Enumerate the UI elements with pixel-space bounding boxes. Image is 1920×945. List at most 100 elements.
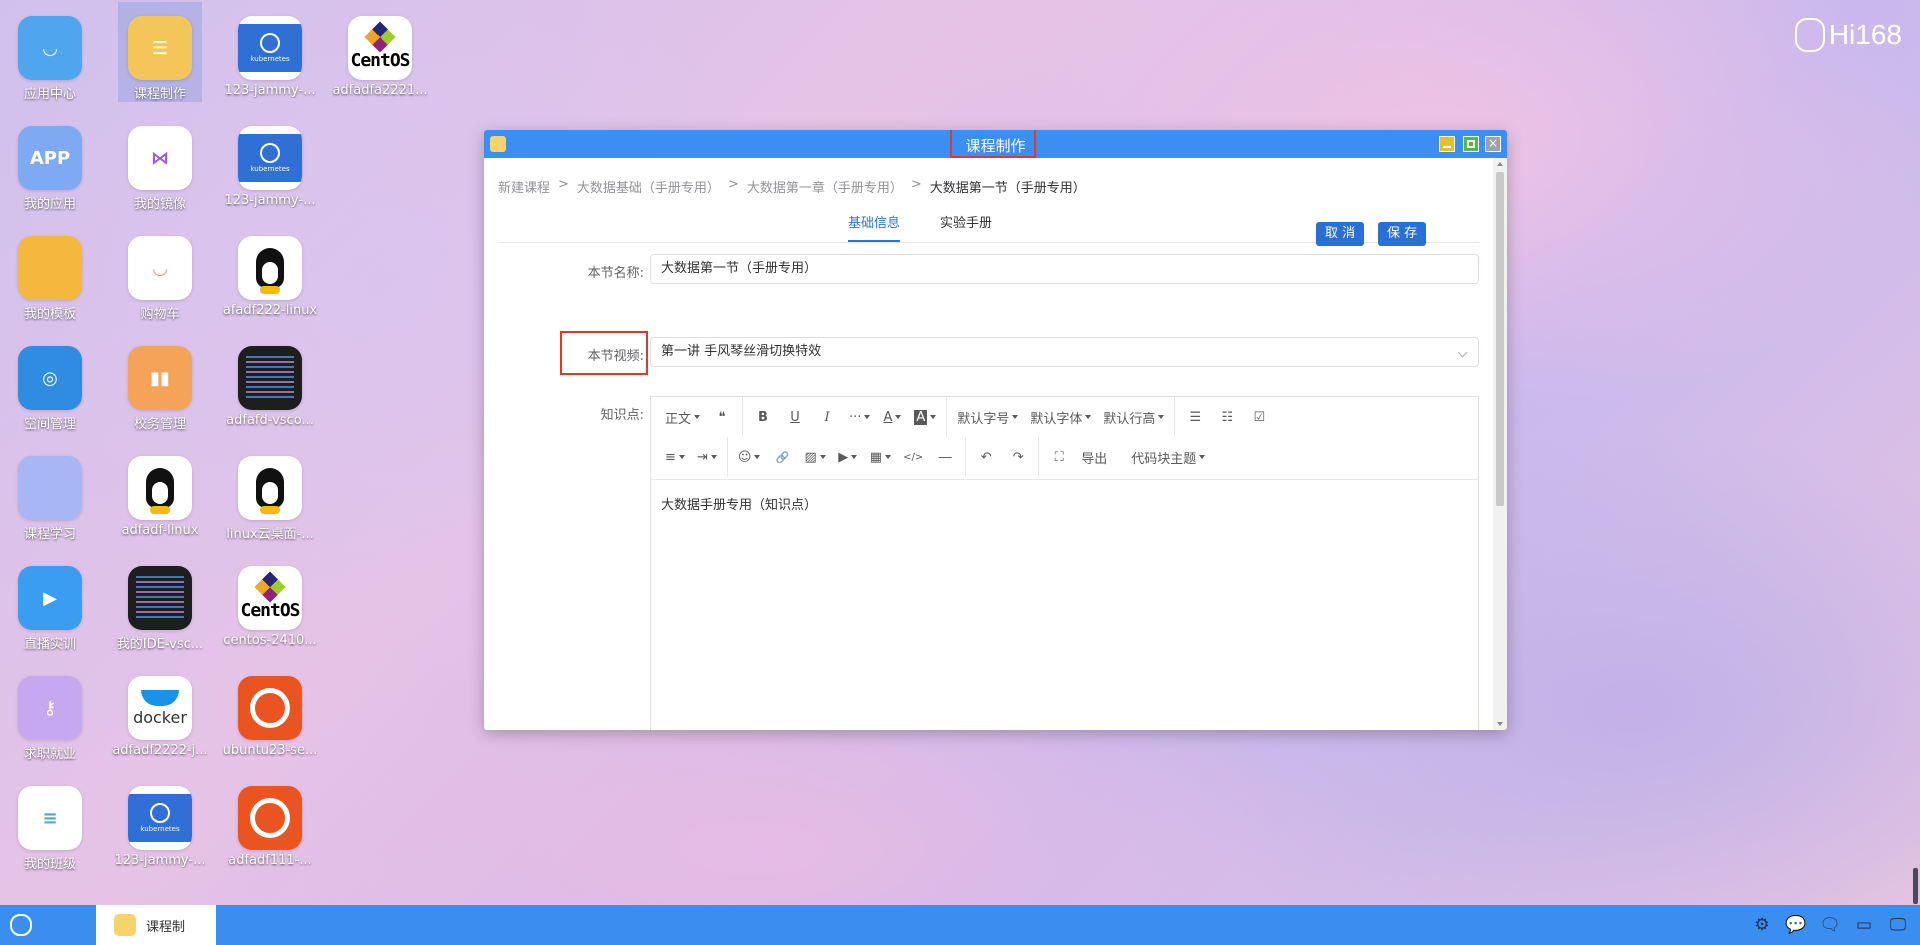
wechat-icon[interactable]: 💬 — [1784, 913, 1808, 937]
export-button[interactable]: 导出 — [1075, 445, 1113, 469]
mascot-icon — [1794, 18, 1825, 52]
desktop-icon[interactable]: adfadf111-... — [220, 772, 320, 872]
breadcrumb-current: 大数据第一节（手册专用） — [929, 181, 1086, 196]
divider-line-icon[interactable]: ― — [929, 445, 961, 469]
desktop-icon[interactable]: kubernetes 123-jammy-... — [110, 772, 210, 872]
code-block-icon[interactable]: </> — [897, 445, 929, 469]
desktop-icon[interactable]: ⚷ 求职就业 — [0, 662, 100, 762]
cancel-button[interactable]: 取 消 — [1316, 222, 1365, 246]
display-icon[interactable]: 🖵 — [1886, 913, 1910, 937]
desktop-icon-label: 课程学习 — [23, 527, 76, 542]
section-video-select[interactable]: 第一讲 手风琴丝滑切换特效 — [650, 337, 1479, 367]
section-name-input[interactable]: 大数据第一节（手册专用） — [650, 254, 1479, 284]
taskbar-item-course[interactable]: 课程制 — [96, 905, 216, 945]
desktop-icon[interactable]: adfadf-linux — [110, 442, 210, 542]
section-name-label: 本节名称: — [587, 266, 644, 281]
emoji-menu[interactable]: ☺ — [732, 445, 767, 469]
minimize-button[interactable] — [1439, 136, 1455, 152]
desktop-icon[interactable]: 我的模板 — [0, 222, 100, 322]
editor-body[interactable]: 大数据手册专用（知识点） — [651, 480, 1478, 527]
toolbar-divider — [965, 437, 967, 477]
close-button[interactable]: × — [1485, 136, 1501, 152]
align-menu[interactable]: ≡ — [651, 445, 691, 469]
desktop-icon[interactable]: ≡ 我的班级 — [0, 772, 100, 872]
desktop-icon-label: adfadf2222-j... — [112, 743, 208, 758]
desktop-icon-label: centos-2410... — [223, 633, 317, 648]
desktop-icon[interactable]: CentOS centos-2410... — [220, 552, 320, 652]
maximize-button[interactable] — [1463, 136, 1479, 152]
breadcrumb-item[interactable]: 大数据第一章（手册专用） — [747, 177, 903, 196]
fullscreen-icon[interactable]: ⛶ — [1043, 445, 1075, 469]
breadcrumb-item[interactable]: 新建课程 — [498, 177, 550, 196]
desktop-icon-label: 我的班级 — [23, 857, 76, 872]
desktop-icon[interactable]: 我的IDE-vsc... — [110, 552, 210, 652]
bold-icon[interactable]: B — [747, 405, 779, 429]
vscode-icon — [128, 566, 192, 630]
image-menu[interactable]: ▨ — [798, 445, 831, 469]
desktop-icon[interactable]: ◎ 空间管理 — [0, 332, 100, 432]
desktop-icon[interactable]: ▶ 直播实训 — [0, 552, 100, 652]
job-app-icon: ⚷ — [18, 676, 82, 740]
underline-icon[interactable]: U — [779, 405, 811, 429]
font-family-select[interactable]: 默认字体 — [1024, 405, 1097, 429]
numbered-list-icon[interactable]: ☷ — [1211, 405, 1243, 429]
desktop-icon[interactable]: 课程学习 — [0, 442, 100, 542]
desktop-icon[interactable]: ubuntu23-se... — [220, 662, 320, 762]
settings-icon[interactable]: ⚙ — [1750, 913, 1774, 937]
tab-basic-info[interactable]: 基础信息 — [848, 212, 901, 242]
video-menu[interactable]: ▶ — [832, 445, 864, 469]
linux-icon — [128, 456, 192, 520]
desktop-icon[interactable]: kubernetes 123-jammy-... — [220, 112, 320, 212]
desktop-icon[interactable]: ☰ 课程制作 — [110, 2, 210, 102]
link-icon[interactable]: 🔗 — [766, 445, 798, 469]
desktop-icon[interactable]: ◡ 购物车 — [110, 222, 210, 322]
window-titlebar[interactable]: 课程制作 × — [484, 130, 1507, 158]
bullet-list-icon[interactable]: ☰ — [1179, 405, 1211, 429]
window-scrollbar[interactable] — [1493, 158, 1507, 730]
message-icon[interactable]: 🗨 — [1818, 913, 1842, 937]
linux-icon — [238, 236, 302, 300]
scroll-down-icon[interactable] — [1497, 722, 1503, 726]
start-menu-icon[interactable] — [10, 914, 32, 936]
more-style-menu[interactable]: ··· — [843, 405, 876, 429]
class-app-icon: ≡ — [18, 786, 82, 850]
screen-icon[interactable]: ▭ — [1852, 913, 1876, 937]
desktop-icon[interactable]: adfafd-vsco... — [220, 332, 320, 432]
breadcrumb-item[interactable]: 大数据基础（手册专用） — [577, 177, 720, 196]
quote-icon[interactable]: ❝ — [706, 405, 738, 429]
todo-list-icon[interactable]: ☑ — [1243, 405, 1275, 429]
desktop-icon-label: 求职就业 — [23, 747, 76, 762]
desktop-icon[interactable]: CentOS adfadfa2221... — [330, 2, 430, 102]
scroll-up-icon[interactable] — [1497, 162, 1503, 166]
taskbar-item-label: 课程制 — [146, 919, 186, 935]
background-color-menu[interactable]: A — [908, 405, 942, 429]
scroll-thumb[interactable] — [1496, 172, 1504, 506]
desktop-icon[interactable]: afadf222-linux — [220, 222, 320, 322]
cart-app-icon: ◡ — [128, 236, 192, 300]
font-color-menu[interactable]: A — [876, 405, 908, 429]
docker-icon: docker — [128, 676, 192, 740]
redo-icon[interactable]: ↷ — [1002, 445, 1034, 469]
save-button[interactable]: 保 存 — [1378, 222, 1427, 246]
heading-select[interactable]: 正文 — [651, 405, 706, 429]
table-menu[interactable]: ▦ — [864, 445, 897, 469]
line-height-select[interactable]: 默认行高 — [1097, 405, 1170, 429]
indent-menu[interactable]: ⇥ — [691, 445, 723, 469]
desktop-icon[interactable]: APP 我的应用 — [0, 112, 100, 212]
section-video-label: 本节视频: — [587, 349, 644, 364]
desktop-icon-label: 购物车 — [140, 307, 180, 322]
desktop-icon-label: 校务管理 — [133, 417, 186, 432]
toolbar-divider — [1174, 397, 1176, 437]
tab-lab-manual[interactable]: 实验手册 — [940, 212, 992, 240]
italic-icon[interactable]: I — [811, 405, 843, 429]
font-size-select[interactable]: 默认字号 — [951, 405, 1024, 429]
undo-icon[interactable]: ↶ — [970, 445, 1002, 469]
desktop-icon[interactable]: docker adfadf2222-j... — [110, 662, 210, 762]
code-theme-menu[interactable]: 代码块主题 — [1125, 445, 1211, 469]
desktop-icon[interactable]: ▮▮ 校务管理 — [110, 332, 210, 432]
desktop-icon[interactable]: ⋈ 我的镜像 — [110, 112, 210, 212]
desktop-icon[interactable]: kubernetes 123-jammy-... — [220, 2, 320, 102]
desktop-icon[interactable]: ◡ 应用中心 — [0, 2, 100, 102]
desktop-scrollbar[interactable] — [1913, 868, 1918, 904]
desktop-icon[interactable]: linux云桌面-... — [220, 442, 320, 542]
